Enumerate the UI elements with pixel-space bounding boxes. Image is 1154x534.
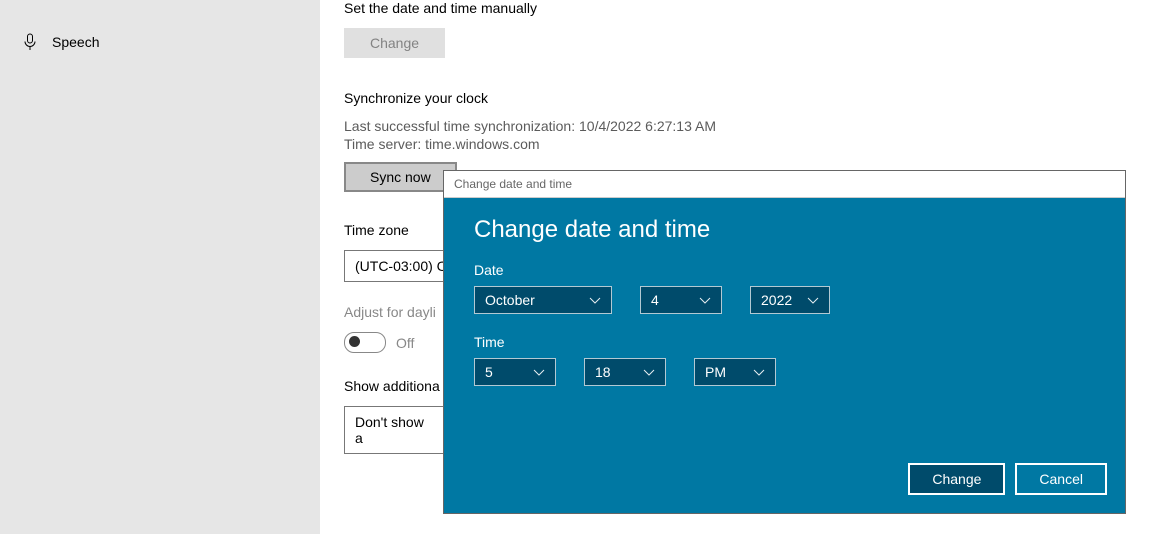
- ampm-dropdown[interactable]: PM: [694, 358, 776, 386]
- hour-value: 5: [485, 364, 493, 380]
- additional-clocks-select[interactable]: Don't show a: [344, 406, 446, 454]
- chevron-down-icon: [643, 364, 655, 380]
- day-dropdown[interactable]: 4: [640, 286, 722, 314]
- chevron-down-icon: [699, 292, 711, 308]
- minute-value: 18: [595, 364, 611, 380]
- sidebar-item-label: Speech: [52, 34, 99, 50]
- toggle-track: [344, 332, 386, 353]
- microphone-icon: [20, 33, 40, 51]
- change-datetime-button: Change: [344, 28, 445, 58]
- hour-dropdown[interactable]: 5: [474, 358, 556, 386]
- date-field-label: Date: [474, 262, 1095, 278]
- chevron-down-icon: [753, 364, 765, 380]
- manual-time-heading: Set the date and time manually: [344, 0, 1130, 16]
- dialog-change-button[interactable]: Change: [908, 463, 1005, 495]
- settings-sidebar: Speech: [0, 0, 320, 534]
- dialog-cancel-button[interactable]: Cancel: [1015, 463, 1107, 495]
- time-server-text: Time server: time.windows.com: [344, 136, 1130, 152]
- day-value: 4: [651, 292, 659, 308]
- dst-toggle: Off: [344, 332, 414, 353]
- sync-now-button[interactable]: Sync now: [344, 162, 457, 192]
- time-field-label: Time: [474, 334, 1095, 350]
- chevron-down-icon: [807, 292, 819, 308]
- sync-heading: Synchronize your clock: [344, 90, 1130, 106]
- chevron-down-icon: [589, 292, 601, 308]
- change-date-time-dialog: Change date and time Change date and tim…: [443, 170, 1126, 514]
- dst-toggle-state: Off: [396, 335, 414, 351]
- last-sync-text: Last successful time synchronization: 10…: [344, 118, 1130, 134]
- sidebar-item-speech[interactable]: Speech: [0, 25, 320, 59]
- dialog-titlebar: Change date and time: [444, 171, 1125, 198]
- chevron-down-icon: [533, 364, 545, 380]
- year-dropdown[interactable]: 2022: [750, 286, 830, 314]
- month-value: October: [485, 292, 535, 308]
- month-dropdown[interactable]: October: [474, 286, 612, 314]
- minute-dropdown[interactable]: 18: [584, 358, 666, 386]
- ampm-value: PM: [705, 364, 726, 380]
- toggle-knob: [349, 336, 360, 347]
- year-value: 2022: [761, 292, 792, 308]
- dialog-heading: Change date and time: [474, 216, 1095, 244]
